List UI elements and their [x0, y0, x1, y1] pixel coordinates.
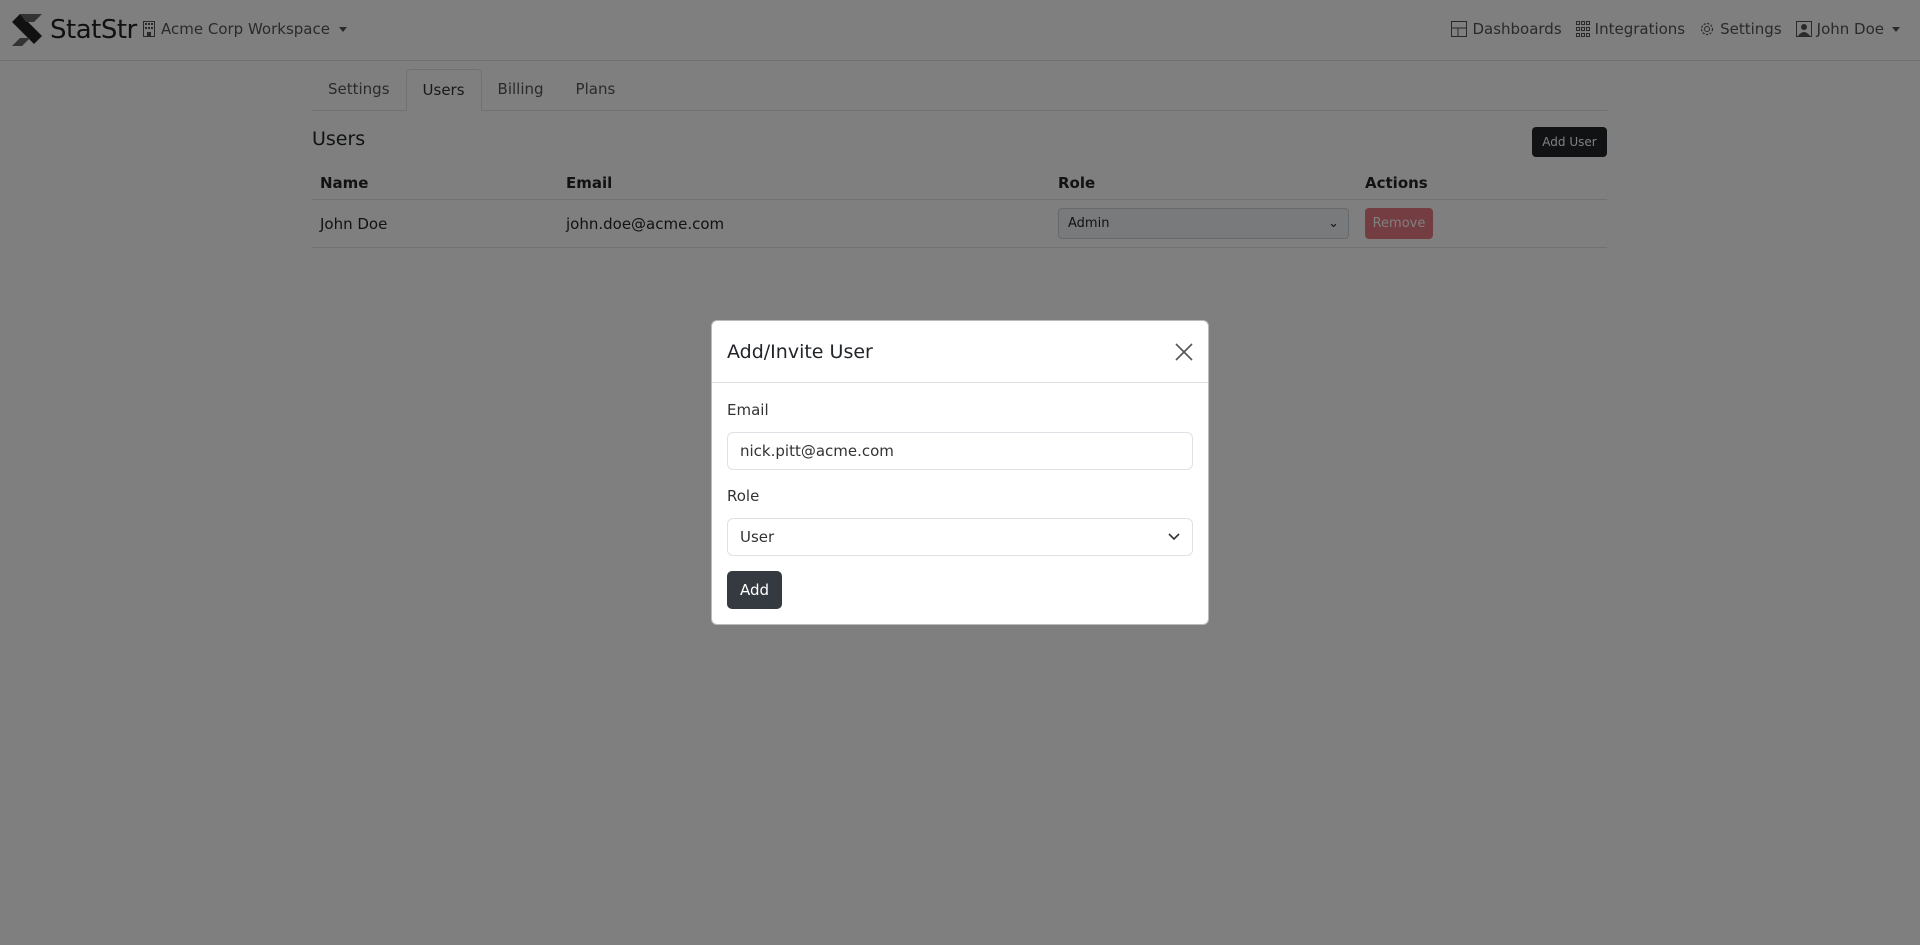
close-icon[interactable] — [1175, 342, 1193, 361]
modal-title: Add/Invite User — [727, 340, 873, 363]
role-value: User — [740, 528, 775, 546]
email-label: Email — [727, 401, 769, 419]
chevron-down-icon — [1168, 533, 1180, 541]
role-label: Role — [727, 487, 760, 505]
email-value: nick.pitt@acme.com — [740, 442, 894, 460]
email-input[interactable]: nick.pitt@acme.com — [727, 432, 1193, 470]
add-button[interactable]: Add — [727, 571, 782, 609]
role-select[interactable]: User — [727, 518, 1193, 556]
add-invite-user-modal: Add/Invite User Email nick.pitt@acme.com… — [711, 320, 1209, 625]
